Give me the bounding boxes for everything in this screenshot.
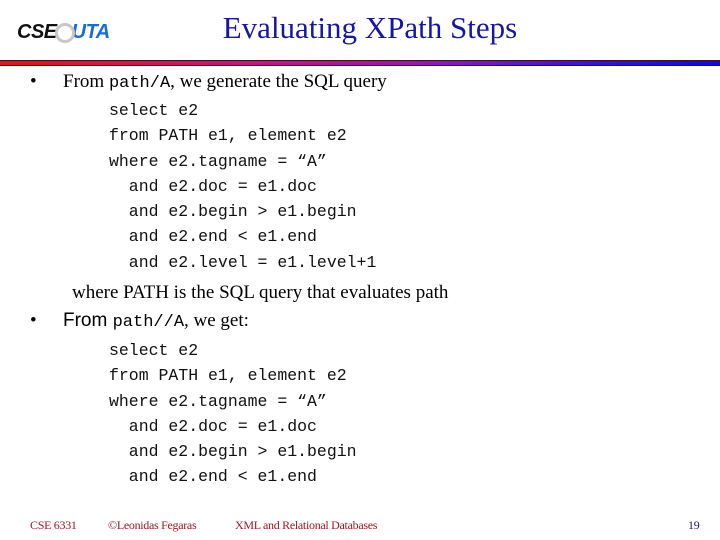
slide-title: Evaluating XPath Steps [222,10,518,45]
code-line: where e2.tagname = “A” [109,151,327,171]
inline-code: path/A [108,74,171,93]
footer-course: CSE 6331 [30,518,77,532]
code-line: from PATH e1, element e2 [109,126,347,146]
title-divider [0,60,720,66]
bullet-path-child: • From path/A, we generate the SQL query [30,71,387,93]
footer-subject: XML and Relational Databases [235,518,378,532]
footer-author: ©Leonidas Fegaras [108,518,197,532]
bullet-path-descendant: • From path//A, we get: [30,310,249,332]
sql-query-child: select e2 from PATH e1, element e2 where e… [109,98,376,275]
code-line: and e2.begin > e1.begin [109,202,357,222]
inline-code: path//A [112,313,185,332]
sql-query-descendant: select e2 from PATH e1, element e2 where e… [109,338,357,490]
code-line: and e2.begin > e1.begin [109,442,357,462]
code-line: and e2.end < e1.end [109,467,317,487]
code-line: and e2.doc = e1.doc [109,176,317,196]
bullet-marker: • [30,71,37,92]
page-number: 19 [688,518,700,532]
code-line: select e2 [109,341,199,360]
code-line: and e2.level = e1.level+1 [109,252,377,272]
code-line: select e2 [109,101,199,120]
code-line: where e2.tagname = “A” [109,391,327,411]
code-line: from PATH e1, element e2 [109,366,347,386]
bullet-marker: • [30,310,37,331]
path-note: where PATH is the SQL query that evaluat… [72,282,449,303]
code-line: and e2.end < e1.end [109,227,317,247]
code-line: and e2.doc = e1.doc [109,416,317,436]
